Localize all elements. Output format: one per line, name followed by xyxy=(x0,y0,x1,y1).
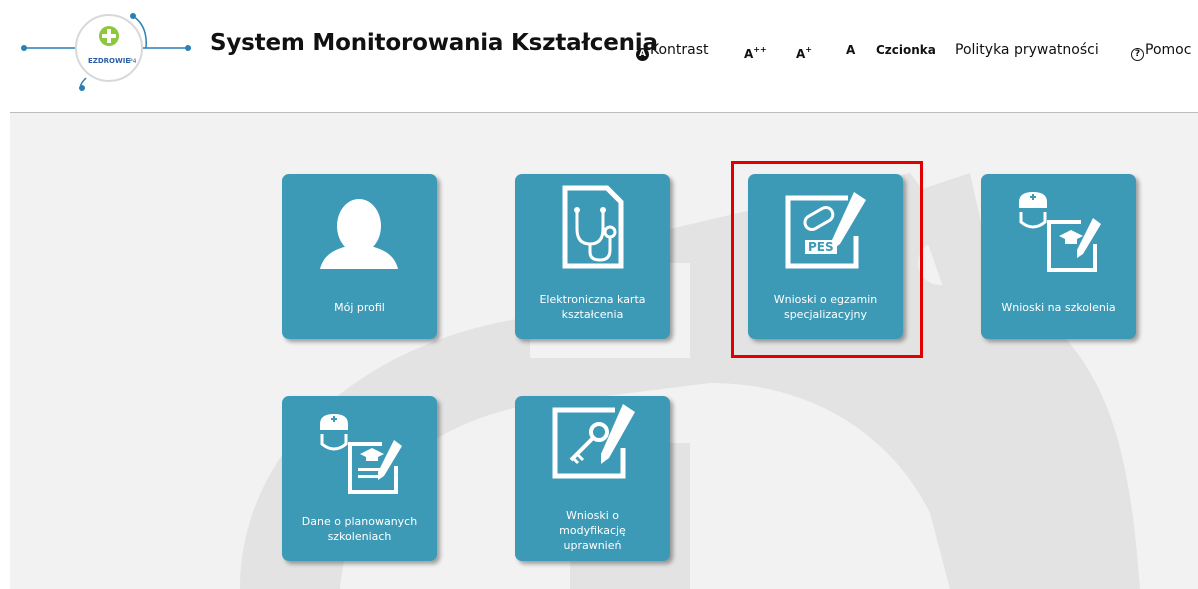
tile-planned-trainings-data[interactable]: Dane o planowanych szkoleniach xyxy=(282,396,437,561)
tile-label-line: Elektroniczna karta xyxy=(539,293,646,306)
user-silhouette-icon xyxy=(320,199,398,269)
nurse-cap-document-icon xyxy=(320,414,402,494)
tile-my-profile[interactable]: Mój profil xyxy=(282,174,437,339)
font-medium-letter: A xyxy=(796,47,806,61)
font-size-label: Czcionka xyxy=(876,43,936,57)
font-size-medium-button[interactable]: A+ xyxy=(796,40,812,64)
tile-training-applications[interactable]: Wnioski na szkolenia xyxy=(981,174,1136,339)
privacy-policy-link[interactable]: Polityka prywatności xyxy=(955,40,1099,60)
accessibility-toolbar: A Kontrast A++ A+ A Czcionka Polityka pry… xyxy=(0,40,1198,62)
tile-label-line: szkoleniach xyxy=(327,530,392,543)
help-button[interactable]: ? Pomoc xyxy=(1131,40,1191,61)
font-medium-mark: + xyxy=(805,45,812,54)
key-document-pen-icon xyxy=(552,404,635,479)
help-icon: ? xyxy=(1131,48,1144,61)
tile-electronic-training-card[interactable]: Elektroniczna karta kształcenia xyxy=(515,174,670,339)
tile-label-line: uprawnień xyxy=(563,539,622,552)
tile-label: Mój profil xyxy=(334,301,385,314)
contrast-icon: A xyxy=(636,48,649,61)
contrast-button[interactable]: A Kontrast xyxy=(636,40,709,61)
header: EZDROWIE P4 System Monitorowania Kształc… xyxy=(0,0,1198,112)
font-large-letter: A xyxy=(744,47,754,61)
tile-permission-modification-applications[interactable]: Wnioski o modyfikację uprawnień xyxy=(515,396,670,561)
font-size-normal-button[interactable]: A xyxy=(846,40,855,60)
nurse-cap-graduation-icon xyxy=(1019,192,1101,272)
contrast-label: Kontrast xyxy=(650,42,709,58)
font-size-large-button[interactable]: A++ xyxy=(744,40,767,64)
selection-highlight xyxy=(731,161,923,358)
font-large-mark: ++ xyxy=(753,45,767,54)
tile-label-line: kształcenia xyxy=(561,308,624,321)
tile-label: Wnioski na szkolenia xyxy=(1001,301,1116,314)
medical-card-icon xyxy=(562,185,624,269)
help-label: Pomoc xyxy=(1145,42,1192,58)
main-dashboard: Mój profil Elektroniczna karta kształcen… xyxy=(10,113,1198,589)
tile-label-line: modyfikację xyxy=(559,524,626,537)
tile-label: Elektroniczna karta kształcenia xyxy=(521,292,664,322)
tile-label: Wnioski o modyfikację uprawnień xyxy=(521,508,664,553)
tile-label-line: Wnioski o xyxy=(565,509,620,522)
tile-label: Dane o planowanych szkoleniach xyxy=(288,514,431,544)
tile-label-line: Dane o planowanych xyxy=(301,515,418,528)
